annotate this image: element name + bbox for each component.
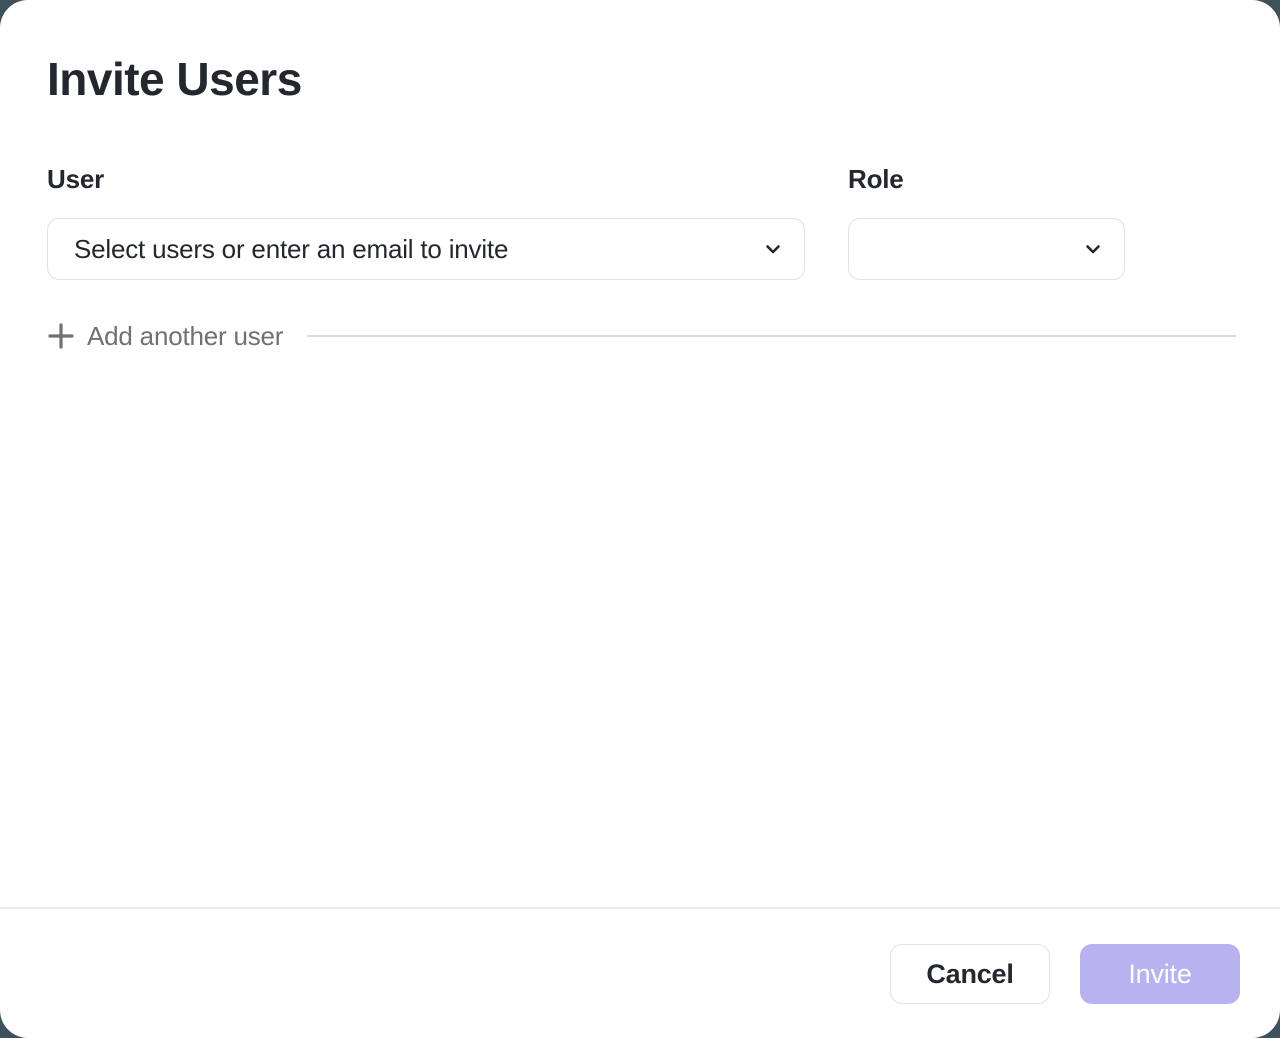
add-another-user-button[interactable]: Add another user <box>47 321 283 352</box>
role-select[interactable] <box>848 218 1125 280</box>
add-user-row: Add another user <box>47 318 1236 354</box>
user-select[interactable]: Select users or enter an email to invite <box>47 218 805 280</box>
role-field-label: Role <box>848 164 904 195</box>
chevron-down-icon <box>762 238 784 260</box>
modal-title: Invite Users <box>47 52 302 106</box>
add-user-divider <box>307 335 1236 337</box>
plus-icon <box>47 322 75 350</box>
chevron-down-icon <box>1082 238 1104 260</box>
invite-button[interactable]: Invite <box>1080 944 1240 1004</box>
cancel-button[interactable]: Cancel <box>890 944 1050 1004</box>
invite-users-modal: Invite Users User Select users or enter … <box>0 0 1280 1038</box>
add-another-user-label: Add another user <box>87 321 283 352</box>
user-select-placeholder: Select users or enter an email to invite <box>74 234 508 265</box>
user-field-label: User <box>47 164 104 195</box>
footer-divider <box>0 907 1280 909</box>
